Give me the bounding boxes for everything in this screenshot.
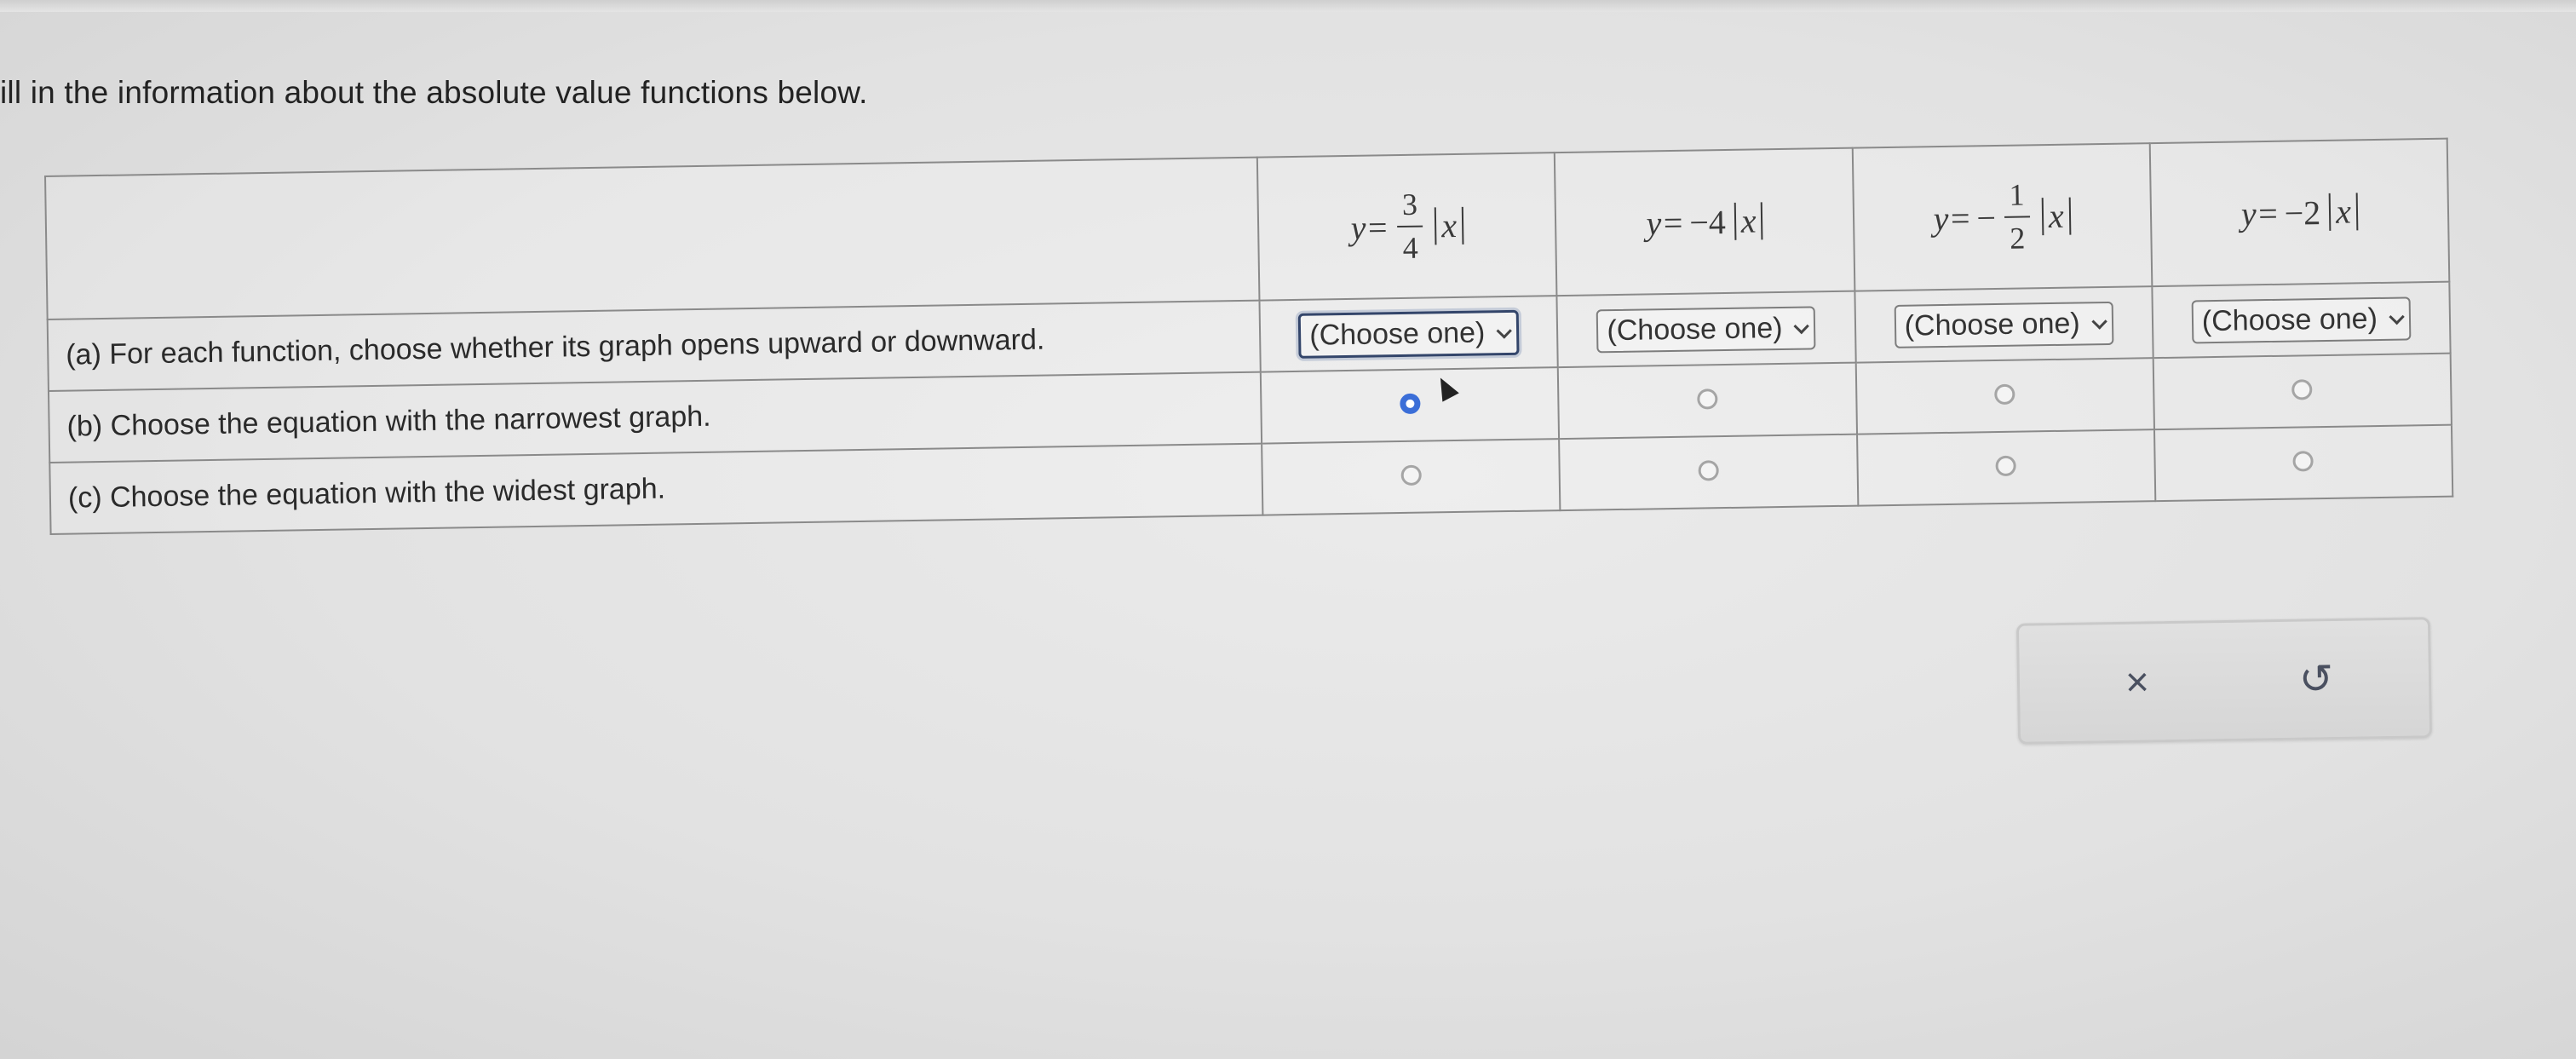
direction-select-4-value: (Choose one) [2201,302,2378,337]
row-b-cell-4 [2153,353,2452,430]
equation-3-abs: x [2041,197,2072,236]
equation-1-denominator: 4 [1402,230,1419,265]
equation-1-numerator: 3 [1401,187,1418,222]
direction-select-3[interactable]: (Choose one) [1894,301,2114,348]
widest-radio-4[interactable] [2292,450,2314,472]
equation-3-sign: − [1976,198,1997,237]
widest-radio-2[interactable] [1698,459,1719,481]
row-c-cell-2 [1559,434,1858,511]
direction-select-4[interactable]: (Choose one) [2191,296,2412,343]
row-a-cell-4: (Choose one) [2152,281,2451,359]
equation-4-coefficient: −2 [2284,193,2321,233]
row-c-cell-4 [2153,424,2453,502]
widest-radio-3[interactable] [1995,455,2016,476]
row-a-cell-3: (Choose one) [1854,286,2153,363]
fraction-bar [1397,225,1423,228]
answer-actions-panel: × ↺ [2015,617,2433,745]
header-empty-cell [45,157,1260,319]
instructions-text: ill in the information about the absolut… [0,75,868,110]
row-b-cell-1 [1260,367,1560,444]
direction-select-1-value: (Choose one) [1309,315,1486,352]
function-header-2: y= −4 x [1555,147,1854,296]
undo-icon: ↺ [2298,656,2334,703]
equation-4-abs: x [2328,192,2359,231]
chevron-down-icon [1496,322,1513,339]
equation-3-numerator: 1 [2009,177,2025,212]
equation-3-denominator: 2 [2010,221,2026,256]
equation-4: y= −2 x [2240,192,2359,233]
row-a-cell-1: (Choose one) [1259,296,1559,372]
chevron-down-icon [1793,318,1810,334]
equation-3: y= − 1 2 x [1933,176,2072,257]
chevron-down-icon [2091,313,2107,330]
narrowest-radio-2[interactable] [1697,388,1718,410]
direction-select-3-value: (Choose one) [1904,306,2080,342]
equation-2-prefix: y= [1646,203,1685,242]
equation-1-prefix: y= [1350,207,1389,247]
equation-3-fraction: 1 2 [2004,177,2030,256]
direction-select-2-value: (Choose one) [1607,311,1783,347]
equation-1-fraction: 3 4 [1397,187,1423,266]
equation-1-abs: x [1434,206,1464,245]
narrowest-radio-1[interactable] [1399,393,1421,414]
equation-1: y= 3 4 x [1350,186,1464,267]
top-edge [0,0,2576,12]
row-a-cell-2: (Choose one) [1556,291,1856,368]
close-icon: × [2125,659,2150,705]
fraction-bar [2004,216,2030,218]
equation-2-coefficient: −4 [1688,202,1727,242]
row-b-cell-3 [1855,358,2154,435]
clear-button[interactable]: × [2112,656,2164,708]
row-c-cell-1 [1262,439,1561,515]
equation-2: y= −4 x [1646,201,1763,243]
chevron-down-icon [2389,308,2405,325]
equation-4-prefix: y= [2240,193,2280,233]
direction-select-1[interactable]: (Choose one) [1297,309,1520,359]
row-c-cell-3 [1856,429,2156,506]
function-header-4: y= −2 x [2149,138,2450,287]
direction-select-2[interactable]: (Choose one) [1596,305,1816,353]
equation-2-abs: x [1734,201,1763,240]
widest-radio-1[interactable] [1400,464,1422,486]
function-header-3: y= − 1 2 x [1852,143,2153,291]
row-b-cell-2 [1558,362,1857,440]
narrowest-radio-4[interactable] [2291,378,2313,400]
function-header-1: y= 3 4 x [1256,153,1557,301]
equation-3-prefix: y= [1933,198,1972,238]
undo-button[interactable]: ↺ [2291,653,2343,705]
function-table: y= 3 4 x y= −4 x y= − 1 2 x y= −2 x (a) … [44,137,2454,535]
narrowest-radio-3[interactable] [1994,383,2015,405]
